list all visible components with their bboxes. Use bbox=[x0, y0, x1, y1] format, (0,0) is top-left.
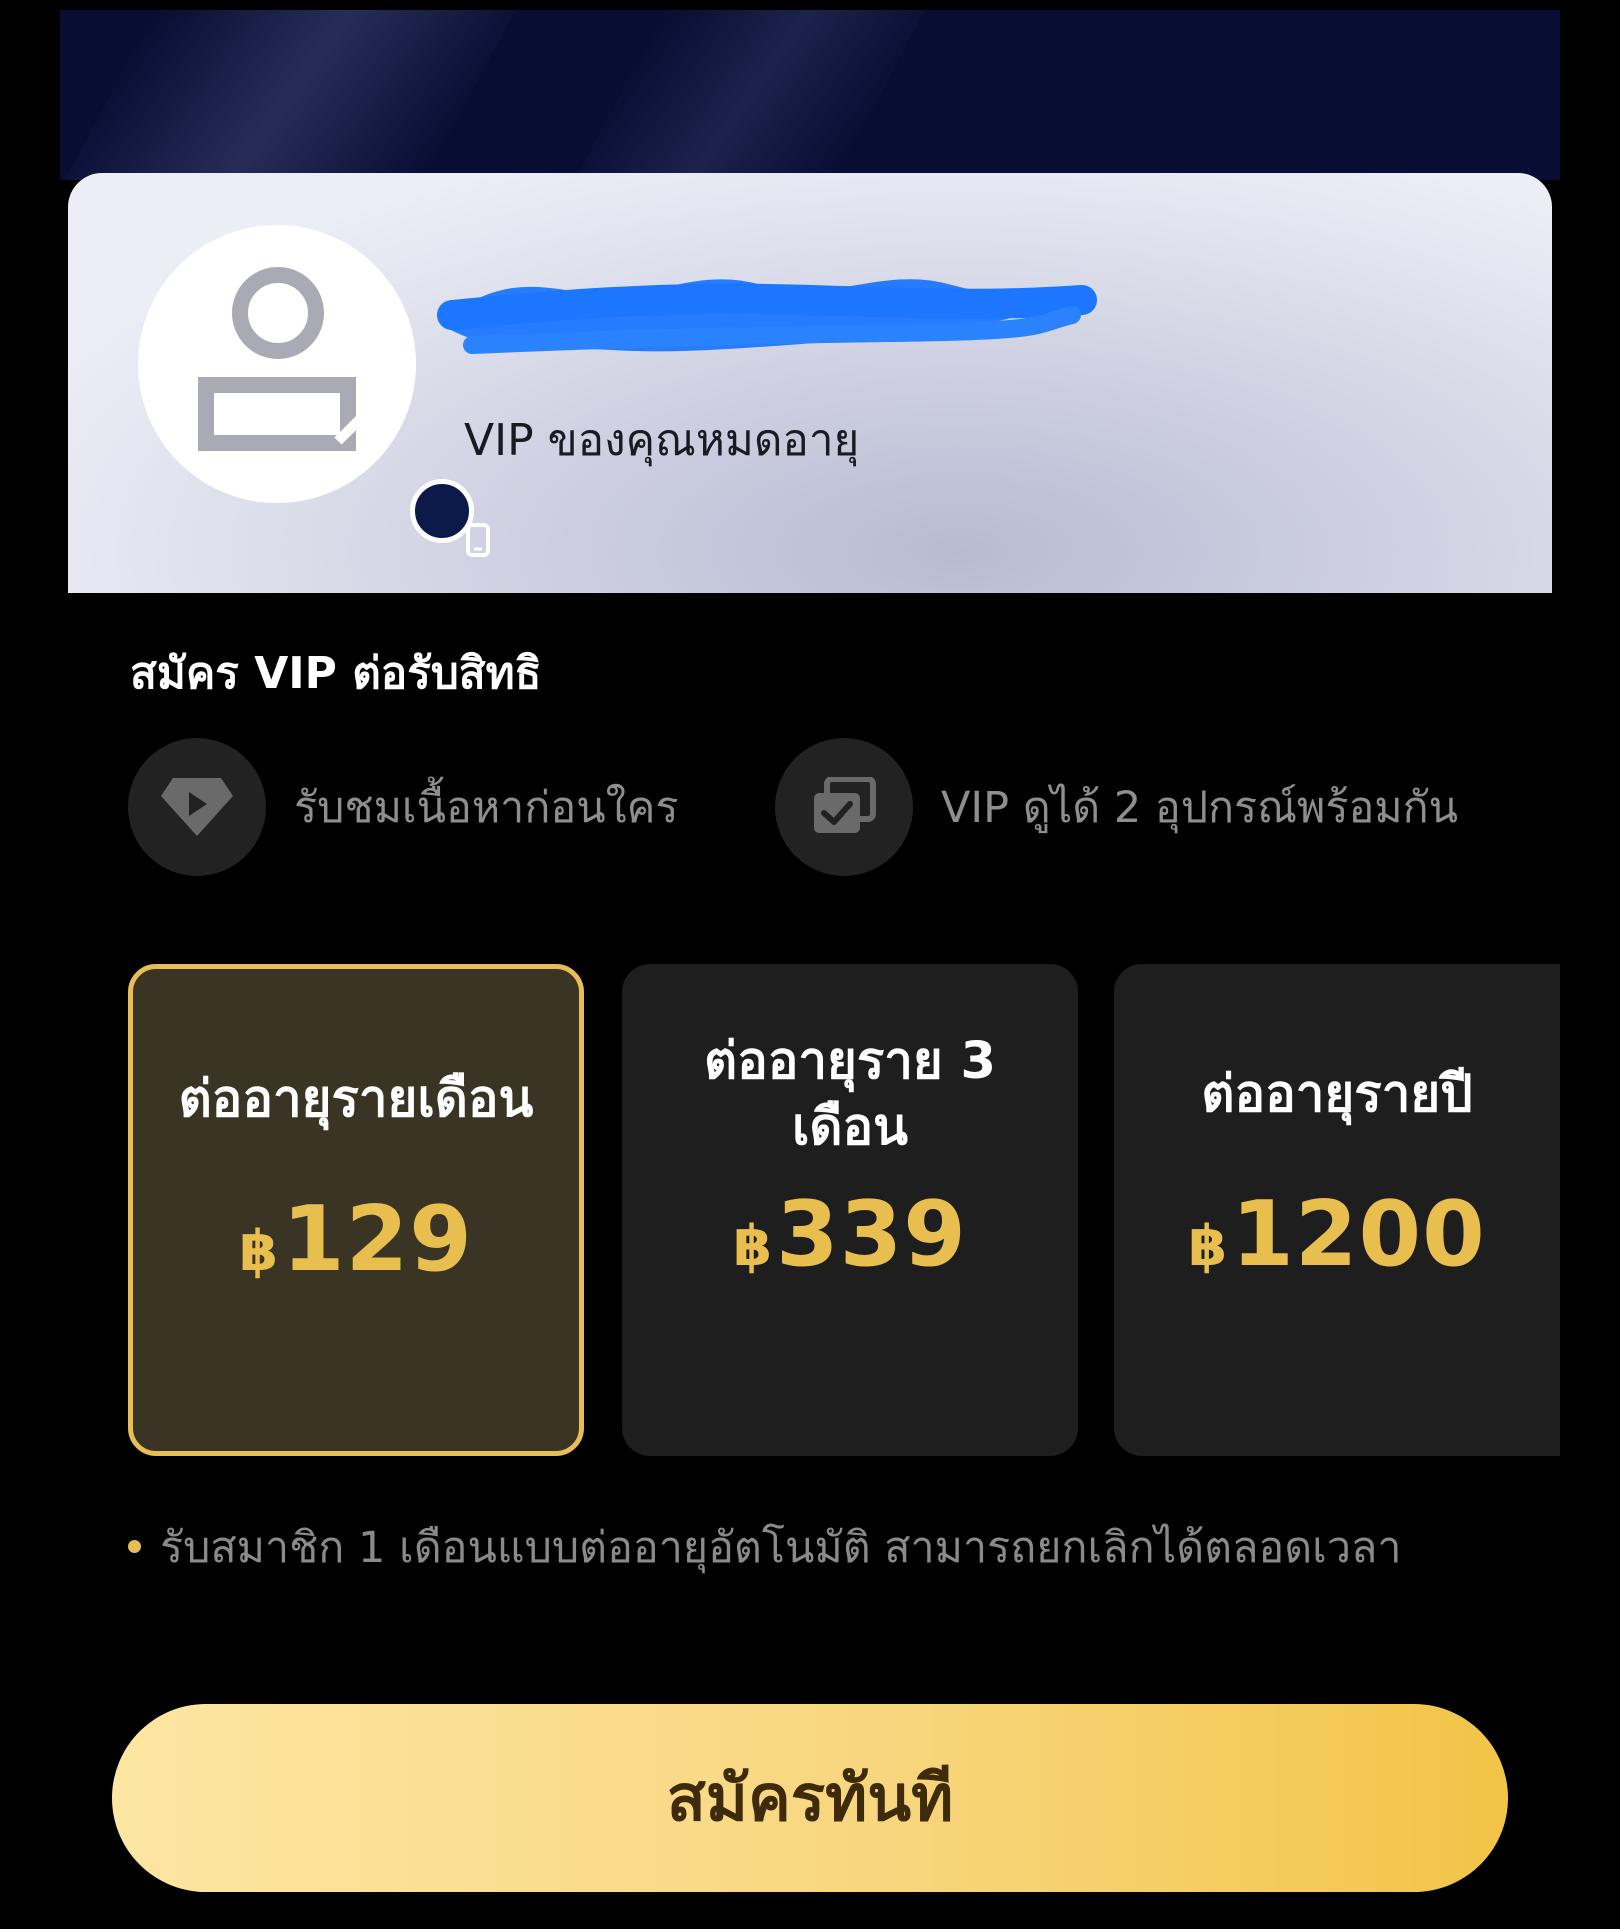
benefit-item: รับชมเนื้อหาก่อนใคร bbox=[128, 738, 678, 876]
banner-shine bbox=[574, 10, 926, 180]
vip-status-text: VIP ของคุณหมดอายุ bbox=[464, 415, 860, 466]
benefit-label: รับชมเนื้อหาก่อนใคร bbox=[294, 783, 679, 833]
currency-symbol: ฿ bbox=[1188, 1214, 1228, 1279]
plan-name: ต่ออายุรายเดือน bbox=[178, 1070, 534, 1129]
plan-price: ฿ 339 bbox=[622, 1182, 1078, 1287]
hero-banner bbox=[60, 10, 1560, 180]
benefit-item: VIP ดูได้ 2 อุปกรณ์พร้อมกัน bbox=[775, 738, 1458, 876]
phone-icon bbox=[410, 479, 490, 557]
multi-device-check-icon bbox=[775, 738, 913, 876]
plan-price: ฿ 1200 bbox=[1114, 1182, 1560, 1287]
benefits-title: สมัคร VIP ต่อรับสิทธิ bbox=[130, 648, 542, 699]
note-text: รับสมาชิก 1 เดือนแบบต่ออายุอัตโนมัติ สาม… bbox=[160, 1523, 1402, 1573]
price-amount: 1200 bbox=[1231, 1182, 1486, 1287]
user-placeholder-icon bbox=[198, 267, 368, 451]
currency-symbol: ฿ bbox=[733, 1214, 773, 1279]
vip-subscription-page: VIP ของคุณหมดอายุ สมัคร VIP ต่อรับสิทธิ … bbox=[0, 0, 1620, 1929]
subscription-note: รับสมาชิก 1 เดือนแบบต่ออายุอัตโนมัติ สาม… bbox=[128, 1510, 1488, 1586]
plan-price: ฿ 129 bbox=[133, 1187, 579, 1292]
bullet-dot bbox=[128, 1540, 141, 1553]
plan-name: ต่ออายุรายปี bbox=[1201, 1065, 1473, 1124]
diamond-play-icon bbox=[128, 738, 266, 876]
price-amount: 129 bbox=[282, 1187, 473, 1292]
benefit-label: VIP ดูได้ 2 อุปกรณ์พร้อมกัน bbox=[941, 783, 1459, 833]
banner-shine bbox=[64, 10, 516, 180]
currency-symbol: ฿ bbox=[239, 1219, 279, 1284]
plan-card-quarterly[interactable]: ต่ออายุราย 3 เดือน ฿ 339 bbox=[622, 964, 1078, 1456]
price-amount: 339 bbox=[776, 1182, 967, 1287]
username bbox=[432, 255, 1112, 365]
avatar[interactable] bbox=[138, 225, 490, 557]
redaction-scribble bbox=[437, 279, 1097, 354]
plan-card-yearly[interactable]: ต่ออายุรายปี ฿ 1200 bbox=[1114, 964, 1560, 1456]
plan-name: ต่ออายุราย 3 เดือน bbox=[703, 1032, 997, 1157]
subscribe-button[interactable]: สมัครทันที bbox=[112, 1704, 1508, 1892]
profile-card: VIP ของคุณหมดอายุ bbox=[68, 173, 1552, 593]
plan-card-monthly[interactable]: ต่ออายุรายเดือน ฿ 129 bbox=[128, 964, 584, 1456]
